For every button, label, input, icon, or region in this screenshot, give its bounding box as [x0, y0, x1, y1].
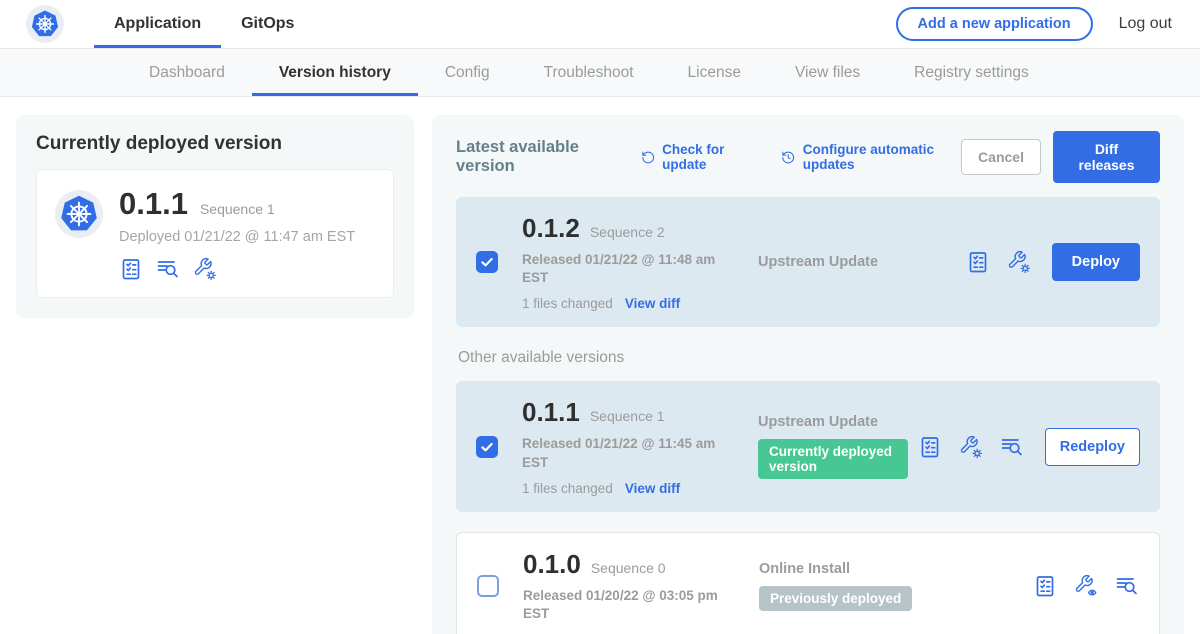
tab-gitops[interactable]: GitOps	[221, 0, 314, 48]
clock-refresh-icon	[781, 149, 795, 166]
view-diff-link[interactable]: View diff	[625, 481, 680, 496]
sequence-label: Sequence 1	[590, 408, 665, 424]
subnav-registry-settings[interactable]: Registry settings	[887, 49, 1056, 96]
redeploy-button[interactable]: Redeploy	[1045, 428, 1140, 466]
view-diff-icon[interactable]	[1000, 435, 1024, 459]
version-source-label: Upstream Update	[758, 414, 908, 430]
edit-config-icon[interactable]	[959, 435, 983, 459]
subnav-view-files[interactable]: View files	[768, 49, 887, 96]
version-checkbox[interactable]	[476, 436, 498, 458]
version-checkbox[interactable]	[477, 575, 499, 597]
latest-available-title: Latest available version	[456, 138, 615, 176]
subnav-license[interactable]: License	[661, 49, 768, 96]
cancel-button[interactable]: Cancel	[961, 139, 1041, 175]
available-versions-panel: Latest available version Check for updat…	[432, 115, 1184, 634]
release-notes-icon[interactable]	[918, 435, 942, 459]
deployed-version-card: 0.1.1 Sequence 1 Deployed 01/21/22 @ 11:…	[36, 169, 394, 298]
add-new-application-button[interactable]: Add a new application	[896, 7, 1093, 41]
deployed-sequence-label: Sequence 1	[200, 201, 275, 217]
edit-config-icon[interactable]	[1007, 250, 1031, 274]
sequence-label: Sequence 2	[590, 224, 665, 240]
version-row-0-1-1: 0.1.1 Sequence 1 Released 01/21/22 @ 11:…	[456, 381, 1160, 511]
version-row-0-1-0: 0.1.0 Sequence 0 Released 01/20/22 @ 03:…	[456, 532, 1160, 634]
version-row-0-1-2: 0.1.2 Sequence 2 Released 01/21/22 @ 11:…	[456, 197, 1160, 327]
top-nav: Application GitOps Add a new application…	[0, 0, 1200, 49]
app-logo	[0, 0, 76, 48]
released-timestamp: Released 01/20/22 @ 03:05 pm EST	[523, 587, 718, 623]
diff-releases-button[interactable]: Diff releases	[1053, 131, 1160, 183]
check-for-update-link[interactable]: Check for update	[641, 142, 756, 172]
view-config-icon[interactable]	[1074, 574, 1098, 598]
version-checkbox[interactable]	[476, 251, 498, 273]
sequence-label: Sequence 0	[591, 560, 666, 576]
kubernetes-logo-icon	[26, 5, 64, 43]
view-diff-link[interactable]: View diff	[625, 296, 680, 311]
view-diff-icon[interactable]	[156, 257, 180, 281]
check-icon	[479, 439, 495, 455]
previously-deployed-badge: Previously deployed	[759, 586, 912, 611]
files-changed-label: 1 files changed	[522, 481, 613, 496]
deployed-version-number: 0.1.1	[119, 186, 188, 222]
kubernetes-app-icon	[55, 190, 103, 238]
subnav-troubleshoot[interactable]: Troubleshoot	[517, 49, 661, 96]
version-source-label: Online Install	[759, 561, 1023, 577]
files-changed-label: 1 files changed	[522, 296, 613, 311]
refresh-icon	[641, 149, 655, 166]
deployed-timestamp: Deployed 01/21/22 @ 11:47 am EST	[119, 229, 355, 245]
release-notes-icon[interactable]	[1033, 574, 1057, 598]
currently-deployed-panel: Currently deployed version 0.1.1 Sequenc…	[16, 115, 414, 318]
other-available-versions-title: Other available versions	[458, 349, 1160, 367]
deploy-button[interactable]: Deploy	[1052, 243, 1140, 281]
app-subnav: Dashboard Version history Config Trouble…	[0, 49, 1200, 97]
version-number: 0.1.0	[523, 549, 581, 580]
view-diff-icon[interactable]	[1115, 574, 1139, 598]
subnav-dashboard[interactable]: Dashboard	[122, 49, 252, 96]
check-icon	[479, 254, 495, 270]
release-notes-icon[interactable]	[119, 257, 143, 281]
top-tabs: Application GitOps	[94, 0, 314, 48]
edit-config-icon[interactable]	[193, 257, 217, 281]
version-number: 0.1.1	[522, 397, 580, 428]
release-notes-icon[interactable]	[966, 250, 990, 274]
version-number: 0.1.2	[522, 213, 580, 244]
released-timestamp: Released 01/21/22 @ 11:48 am EST	[522, 251, 717, 287]
subnav-version-history[interactable]: Version history	[252, 49, 418, 96]
subnav-config[interactable]: Config	[418, 49, 517, 96]
version-source-label: Upstream Update	[758, 254, 956, 270]
logout-button[interactable]: Log out	[1119, 15, 1172, 33]
configure-automatic-updates-link[interactable]: Configure automatic updates	[781, 142, 961, 172]
tab-application[interactable]: Application	[94, 0, 221, 48]
deployed-panel-title: Currently deployed version	[36, 133, 394, 155]
currently-deployed-badge: Currently deployed version	[758, 439, 908, 479]
released-timestamp: Released 01/21/22 @ 11:45 am EST	[522, 435, 717, 471]
